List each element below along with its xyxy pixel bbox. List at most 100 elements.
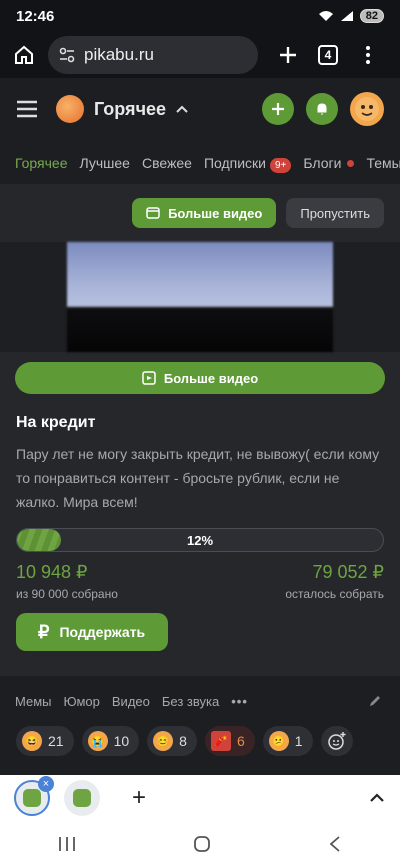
plus-icon (272, 103, 284, 115)
remaining-amount: 79 052 ₽ (312, 562, 384, 582)
skip-label: Пропустить (300, 205, 370, 221)
reaction-cry[interactable]: 😭 10 (81, 726, 140, 756)
reaction-count: 6 (236, 733, 245, 749)
app-header: Горячее (0, 78, 400, 140)
status-icons: 82 (318, 9, 384, 23)
fundraiser-title: На кредит (16, 414, 96, 431)
bell-icon (317, 103, 327, 115)
support-label: Поддержать (59, 624, 146, 640)
system-nav-bar (0, 821, 400, 867)
collected-amount: 10 948 ₽ (16, 562, 88, 582)
new-tab-icon[interactable] (272, 39, 304, 71)
progress-percent: 12% (186, 532, 214, 548)
tag-item[interactable]: Видео (112, 694, 150, 709)
chevron-up-icon[interactable] (370, 793, 384, 803)
skip-button[interactable]: Пропустить (286, 198, 384, 228)
fundraiser-progress: 12% (16, 528, 384, 552)
tab-subscriptions-label: Подписки (203, 154, 266, 171)
home-icon[interactable] (8, 39, 40, 71)
video-thumbnail[interactable] (67, 242, 333, 352)
tab-blogs-label: Блоги (303, 154, 342, 171)
tab-thumbnail[interactable] (64, 780, 100, 816)
reaction-count: 10 (113, 733, 130, 749)
more-video-button[interactable]: Больше видео (132, 198, 277, 228)
page-title[interactable]: Горячее (94, 99, 166, 120)
ruble-icon: ₽ (38, 621, 50, 642)
sad-emoji-icon: 😕 (268, 731, 289, 751)
reaction-count: 21 (48, 733, 64, 749)
fire-emoji-icon: 🧨 (210, 731, 231, 751)
hamburger-menu-icon[interactable] (16, 100, 38, 118)
add-tab-icon[interactable]: + (132, 784, 146, 812)
tag-item[interactable]: Мемы (15, 694, 52, 709)
add-post-button[interactable] (262, 93, 294, 125)
tabs-count: 4 (318, 45, 338, 65)
pencil-icon[interactable] (368, 694, 382, 708)
collected-label: из 90 000 собрано (16, 587, 118, 601)
tab-best[interactable]: Лучшее (80, 155, 130, 171)
tag-item[interactable]: Без звука (162, 694, 219, 709)
back-icon[interactable] (328, 835, 342, 853)
wifi-icon (318, 11, 333, 21)
reaction-fire[interactable]: 🧨 6 (204, 726, 255, 756)
cry-emoji-icon: 😭 (87, 731, 108, 751)
status-time: 12:46 (16, 7, 55, 25)
browser-toolbar: pikabu.ru 4 (0, 32, 400, 78)
signal-icon (340, 11, 353, 21)
url-text: pikabu.ru (84, 45, 154, 64)
pikabu-logo[interactable] (56, 95, 84, 123)
add-reaction-button[interactable] (320, 726, 353, 756)
tag-item[interactable]: Юмор (64, 694, 100, 709)
tabs-switcher-button[interactable]: 4 (312, 39, 344, 71)
pikabu-favicon (23, 789, 41, 807)
tab-hot[interactable]: Горячее (15, 140, 68, 185)
add-emoji-icon (327, 732, 346, 750)
collected-block: 10 948 ₽ из 90 000 собрано (16, 562, 118, 601)
reaction-smile[interactable]: 😊 8 (147, 726, 197, 756)
tab-thumbnail-active[interactable]: × (14, 776, 54, 816)
battery-indicator: 82 (359, 9, 384, 23)
pikabu-favicon (73, 789, 91, 807)
reaction-sad[interactable]: 😕 1 (262, 726, 313, 756)
site-settings-icon[interactable] (58, 46, 76, 64)
recent-apps-icon[interactable] (58, 836, 76, 852)
home-circle-icon[interactable] (193, 835, 211, 853)
tab-blogs[interactable]: Блоги (303, 154, 355, 171)
video-bar: Больше видео Пропустить (0, 184, 400, 242)
more-video-label: Больше видео (168, 205, 263, 221)
fundraiser-sums: 10 948 ₽ из 90 000 собрано 79 052 ₽ оста… (16, 562, 384, 601)
header-actions (262, 92, 384, 126)
chevron-up-icon[interactable] (176, 105, 188, 113)
more-tags-icon[interactable]: ••• (231, 694, 248, 709)
subscriptions-badge: 9+ (270, 157, 292, 173)
reaction-count: 1 (294, 733, 303, 749)
status-bar: 12:46 82 (0, 0, 400, 32)
smile-emoji-icon: 😊 (153, 731, 174, 751)
tab-topics[interactable]: Темы (366, 155, 400, 171)
tab-group-bar: × + (0, 775, 400, 821)
blogs-dot (347, 160, 355, 168)
laugh-emoji-icon: 😆 (22, 731, 42, 751)
feed-tabs: Горячее Лучшее Свежее Подписки 9+ Блоги Т… (0, 140, 400, 186)
reactions-bar: 😆 21 😭 10 😊 8 🧨 6 😕 1 (16, 726, 353, 756)
fundraiser: На кредит Пару лет не могу закрыть креди… (0, 394, 400, 667)
remaining-label: осталось собрать (285, 587, 384, 601)
reaction-laugh[interactable]: 😆 21 (16, 726, 74, 756)
tab-subscriptions[interactable]: Подписки 9+ (203, 154, 292, 173)
reaction-count: 8 (179, 733, 187, 749)
video-player[interactable] (0, 242, 400, 352)
video-play-icon (142, 371, 156, 385)
close-icon[interactable]: × (38, 776, 54, 792)
browser-menu-icon[interactable] (352, 39, 384, 71)
address-bar[interactable]: pikabu.ru (48, 36, 258, 74)
tab-fresh[interactable]: Свежее (142, 155, 192, 171)
video-icon (146, 207, 160, 219)
notifications-button[interactable] (306, 93, 338, 125)
avatar[interactable] (350, 92, 384, 126)
fundraiser-description: Пару лет не могу закрыть кредит, не выво… (16, 446, 380, 510)
post-tags: Мемы Юмор Видео Без звука ••• (0, 688, 400, 714)
remaining-block: 79 052 ₽ осталось собрать (285, 562, 384, 601)
more-video-full-button[interactable]: Больше видео (15, 362, 385, 394)
more-video-full-label: Больше видео (163, 370, 259, 386)
support-button[interactable]: ₽ Поддержать (16, 613, 168, 651)
